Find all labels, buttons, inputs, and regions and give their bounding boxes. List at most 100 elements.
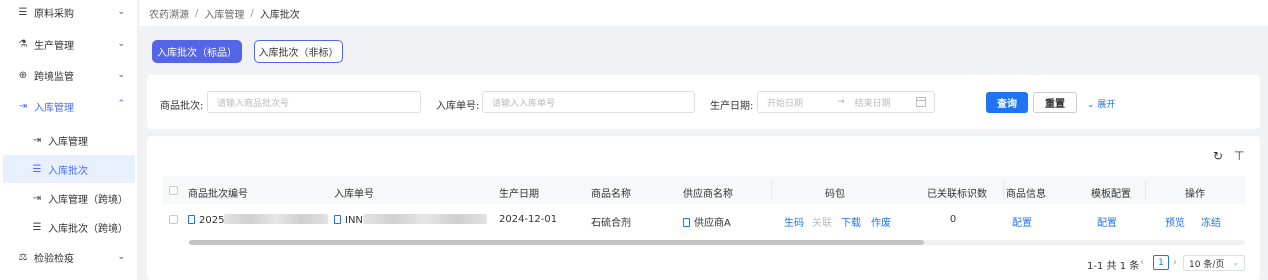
- date-filter-label: 生产日期:: [710, 101, 754, 112]
- breadcrumb-separator: /: [195, 7, 199, 19]
- date-range-picker[interactable]: 开始日期 → 结束日期: [757, 91, 935, 113]
- linked-count-cell: 0: [949, 214, 957, 225]
- menu-item-cross-border[interactable]: ⊕ 跨境监管 ⌄: [0, 60, 138, 91]
- prev-page-button[interactable]: ‹: [1140, 257, 1144, 268]
- breadcrumb-item[interactable]: 入库管理: [204, 6, 244, 21]
- column-header: 供应商名称: [683, 189, 733, 200]
- order-filter-label: 入库单号:: [436, 101, 480, 112]
- filter-panel: 商品批次: 请输入商品批次号 入库单号: 请输入入库单号 生产日期: 开始日期 …: [147, 75, 1260, 129]
- table-header: 商品批次编号 入库单号 生产日期 商品名称 供应商名称 码包 已关联标识数 商品…: [163, 176, 1245, 204]
- generate-code-link[interactable]: 生码: [784, 214, 804, 229]
- void-link[interactable]: 作废: [871, 214, 891, 229]
- sub-label: 入库批次: [48, 165, 88, 177]
- sub-label: 入库批次（跨境）: [48, 223, 128, 235]
- sidebar-item-inbound-manage-cross[interactable]: ⇥ 入库管理（跨境）: [0, 184, 138, 212]
- column-height-icon[interactable]: ⊤: [1234, 149, 1244, 163]
- scrollbar-thumb[interactable]: [189, 240, 924, 245]
- list-icon: ☰: [18, 7, 28, 18]
- expand-label: 展开: [1097, 100, 1116, 110]
- chevron-down-icon: ⌄: [1232, 258, 1239, 267]
- supplier-name-cell: 供应商A: [683, 214, 731, 229]
- flask-icon: ⚗: [18, 39, 28, 50]
- column-divider: [1145, 180, 1146, 200]
- menu-label: 跨境监管: [34, 72, 74, 83]
- date-end[interactable]: 结束日期: [855, 96, 891, 109]
- chevron-down-icon: ⌄: [117, 39, 125, 49]
- query-button[interactable]: 查询: [986, 92, 1028, 113]
- freeze-link[interactable]: 冻结: [1201, 214, 1221, 229]
- document-icon: [334, 215, 341, 224]
- order-number-cell: INN: [334, 214, 487, 226]
- column-header: 模板配置: [1091, 189, 1131, 200]
- date-start[interactable]: 开始日期: [767, 96, 803, 109]
- sidebar-item-inbound-manage[interactable]: ⇥ 入库管理: [0, 126, 138, 154]
- expand-toggle[interactable]: ⌄ 展开: [1087, 97, 1115, 110]
- chevron-up-icon: ⌃: [117, 99, 125, 109]
- column-header: 商品名称: [591, 189, 631, 200]
- menu-item-production[interactable]: ⚗ 生产管理 ⌄: [0, 29, 138, 60]
- list-icon: ☰: [32, 221, 42, 233]
- column-divider: [771, 180, 772, 200]
- redacted-text: [362, 214, 487, 224]
- sidebar: ☰ 原料采购 ⌄ ⚗ 生产管理 ⌄ ⊕ 跨境监管 ⌄ ⇥ 入库管理 ⌃ ⇥ 入库…: [0, 0, 138, 280]
- table-panel: ↻ ⊤ 商品批次编号 入库单号 生产日期 商品名称 供应商名称 码包 已关联标识…: [147, 136, 1260, 280]
- calendar-icon: [916, 97, 926, 107]
- batch-filter-label: 商品批次:: [160, 101, 204, 112]
- sidebar-item-inbound-batch-cross[interactable]: ☰ 入库批次（跨境）: [0, 213, 138, 241]
- document-icon: [683, 218, 690, 227]
- sub-label: 入库管理: [48, 136, 88, 148]
- breadcrumb: 农药溯源 / 入库管理 / 入库批次: [139, 0, 1268, 27]
- login-icon: ⇥: [18, 101, 28, 112]
- pagination-summary: 1-1 共 1 条: [1087, 261, 1140, 272]
- production-date-cell: 2024-12-01: [499, 214, 558, 225]
- menu-label: 入库管理: [34, 103, 74, 114]
- select-all-checkbox[interactable]: [169, 186, 178, 195]
- refresh-icon[interactable]: ↻: [1213, 149, 1223, 163]
- download-link[interactable]: 下载: [841, 214, 861, 229]
- menu-item-raw-purchase[interactable]: ☰ 原料采购 ⌄: [0, 0, 138, 28]
- order-search-input[interactable]: 请输入入库单号: [482, 91, 695, 113]
- product-info-config-link[interactable]: 配置: [1012, 214, 1032, 229]
- row-checkbox[interactable]: [169, 215, 178, 224]
- sidebar-item-inbound-batch[interactable]: ☰ 入库批次: [3, 155, 135, 183]
- next-page-button[interactable]: ›: [1173, 257, 1177, 268]
- associate-link: 关联: [812, 218, 832, 229]
- page-size-value: 10 条/页: [1189, 259, 1225, 270]
- login-icon: ⇥: [32, 134, 42, 146]
- product-name-cell: 石硫合剂: [591, 218, 631, 229]
- document-icon: [188, 215, 195, 224]
- tab-standard-batch[interactable]: 入库批次（标品）: [152, 40, 242, 63]
- menu-item-inspection[interactable]: ⚖ 检验检疫 ⌄: [0, 242, 138, 273]
- preview-link[interactable]: 预览: [1165, 214, 1185, 229]
- batch-number-cell: 2025: [188, 214, 329, 226]
- globe-icon: ⊕: [18, 70, 28, 81]
- redacted-text: [224, 214, 329, 224]
- page-size-select[interactable]: 10 条/页 ⌄: [1183, 255, 1245, 271]
- page-number-1[interactable]: 1: [1153, 255, 1169, 270]
- chevron-down-icon: ⌄: [117, 7, 125, 17]
- breadcrumb-item[interactable]: 农药溯源: [149, 6, 189, 21]
- menu-label: 检验检疫: [34, 254, 74, 265]
- chevron-down-icon: ⌄: [117, 70, 125, 80]
- login-icon: ⇥: [32, 192, 42, 204]
- chevron-down-icon: ⌄: [1087, 100, 1098, 110]
- date-arrow: →: [837, 97, 845, 107]
- column-header: 已关联标识数: [927, 189, 987, 200]
- column-header: 生产日期: [499, 189, 539, 200]
- column-header: 操作: [1185, 189, 1205, 200]
- menu-label: 原料采购: [34, 9, 74, 20]
- breadcrumb-separator: /: [250, 7, 254, 19]
- horizontal-scrollbar[interactable]: [189, 240, 1245, 245]
- tab-nonstandard-batch[interactable]: 入库批次（非标）: [254, 40, 343, 63]
- menu-item-inbound[interactable]: ⇥ 入库管理 ⌃: [0, 91, 138, 122]
- scale-icon: ⚖: [18, 252, 28, 263]
- list-icon: ☰: [32, 163, 42, 175]
- batch-search-input[interactable]: 请输入商品批次号: [207, 91, 421, 113]
- menu-label: 生产管理: [34, 41, 74, 52]
- sub-label: 入库管理（跨境）: [48, 194, 128, 206]
- column-divider: [1003, 180, 1004, 200]
- reset-button[interactable]: 重置: [1033, 92, 1077, 113]
- template-config-link[interactable]: 配置: [1097, 214, 1117, 229]
- table-row[interactable]: 2025 INN 2024-12-01 石硫合剂 供应商A 生码 关联 下载 作…: [163, 204, 1245, 234]
- column-header: 商品批次编号: [188, 189, 248, 200]
